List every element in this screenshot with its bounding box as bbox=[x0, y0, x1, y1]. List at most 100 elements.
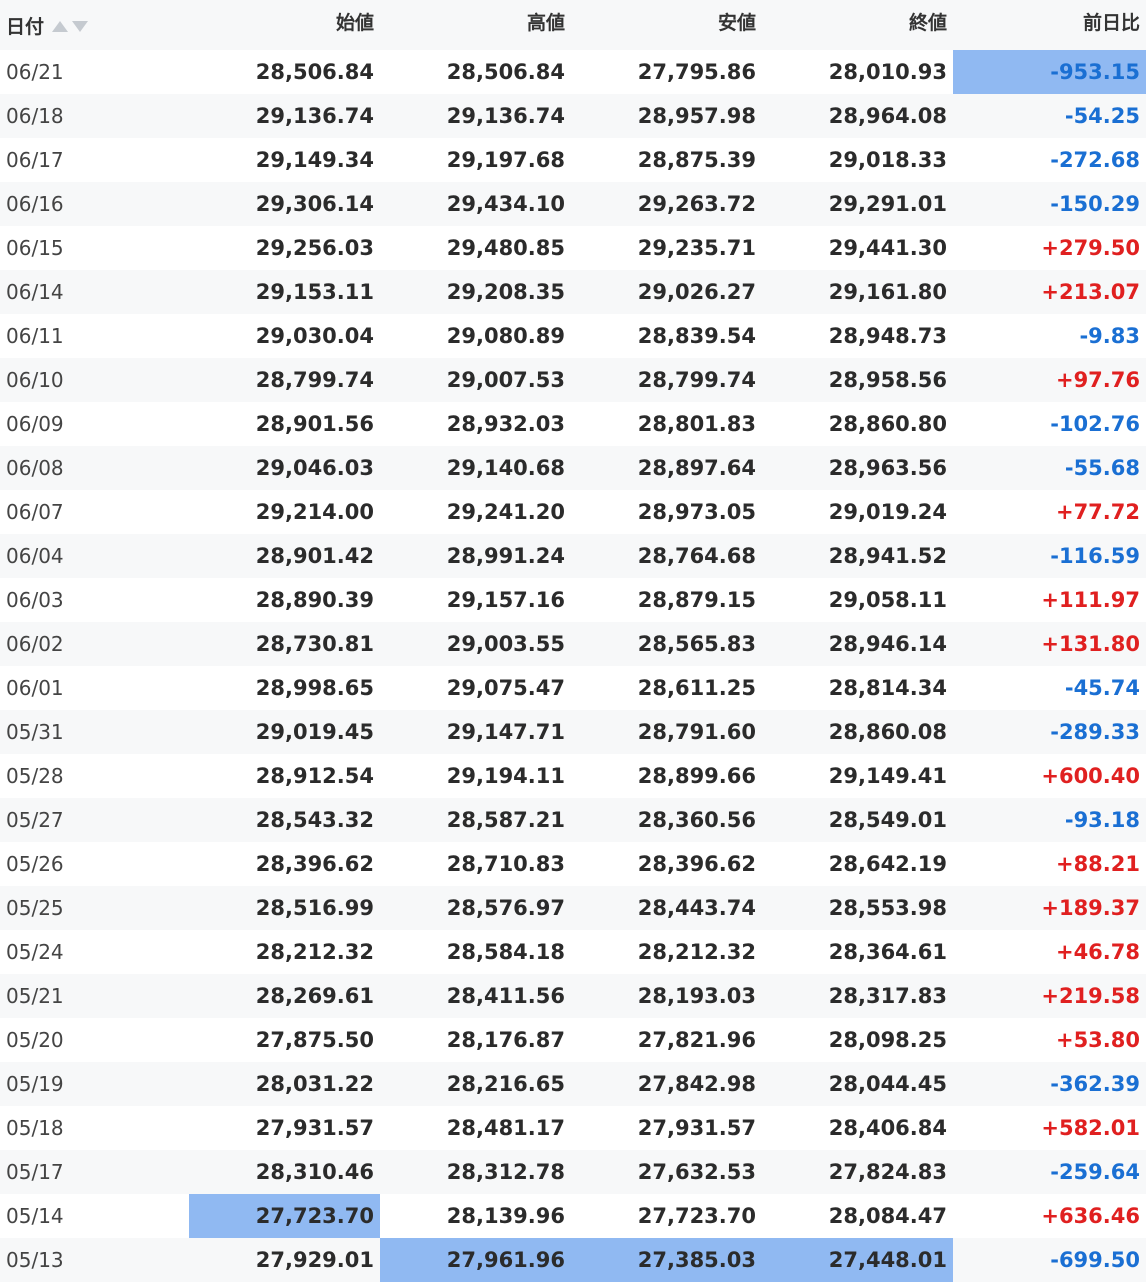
low-cell: 28,791.60 bbox=[637, 720, 756, 744]
open-cell: 28,543.32 bbox=[255, 808, 374, 832]
open-cell: 28,506.84 bbox=[255, 60, 374, 84]
high-cell: 28,216.65 bbox=[446, 1072, 565, 1096]
low-cell: 27,842.98 bbox=[637, 1072, 756, 1096]
high-cell: 28,139.96 bbox=[446, 1204, 565, 1228]
high-cell: 29,241.20 bbox=[446, 500, 565, 524]
open-cell: 27,875.50 bbox=[255, 1028, 374, 1052]
high-cell: 28,176.87 bbox=[446, 1028, 565, 1052]
close-cell: 28,549.01 bbox=[828, 808, 947, 832]
high-cell: 27,961.96 bbox=[380, 1238, 571, 1282]
sort-descending-icon[interactable] bbox=[72, 21, 89, 32]
date-cell: 06/02 bbox=[6, 632, 64, 656]
date-cell: 05/21 bbox=[6, 984, 64, 1008]
date-cell: 05/18 bbox=[6, 1116, 64, 1140]
open-cell: 29,256.03 bbox=[255, 236, 374, 260]
sort-icons[interactable] bbox=[52, 15, 89, 37]
open-cell: 29,136.74 bbox=[255, 104, 374, 128]
close-cell: 28,084.47 bbox=[828, 1204, 947, 1228]
sort-ascending-icon[interactable] bbox=[52, 21, 69, 32]
open-cell: 28,212.32 bbox=[255, 940, 374, 964]
column-header-date[interactable]: 日付 bbox=[0, 0, 189, 50]
column-header-open[interactable]: 始値 bbox=[189, 0, 380, 50]
change-cell: -9.83 bbox=[1079, 324, 1140, 348]
date-cell: 06/15 bbox=[6, 236, 64, 260]
change-cell: -150.29 bbox=[1050, 192, 1140, 216]
high-cell: 29,194.11 bbox=[446, 764, 565, 788]
header-row: 日付 始値 高値 安値 終値 前日比 bbox=[0, 0, 1146, 50]
table-row: 06/02 28,730.81 29,003.55 28,565.83 28,946.1… bbox=[0, 622, 1146, 666]
close-cell: 28,948.73 bbox=[828, 324, 947, 348]
table-row: 05/27 28,543.32 28,587.21 28,360.56 28,549.0… bbox=[0, 798, 1146, 842]
column-header-high[interactable]: 高値 bbox=[380, 0, 571, 50]
low-cell: 28,899.66 bbox=[637, 764, 756, 788]
close-cell: 29,291.01 bbox=[828, 192, 947, 216]
change-cell: -289.33 bbox=[1050, 720, 1140, 744]
open-cell: 27,929.01 bbox=[255, 1248, 374, 1272]
close-cell: 28,958.56 bbox=[828, 368, 947, 392]
table-row: 05/31 29,019.45 29,147.71 28,791.60 28,860.0… bbox=[0, 710, 1146, 754]
low-cell: 29,026.27 bbox=[637, 280, 756, 304]
change-cell: +600.40 bbox=[1041, 764, 1140, 788]
low-cell: 28,801.83 bbox=[637, 412, 756, 436]
change-cell: +219.58 bbox=[1041, 984, 1140, 1008]
change-cell: -699.50 bbox=[1050, 1248, 1140, 1272]
close-cell: 28,860.08 bbox=[828, 720, 947, 744]
open-cell: 28,396.62 bbox=[255, 852, 374, 876]
date-cell: 06/17 bbox=[6, 148, 64, 172]
change-cell: -362.39 bbox=[1050, 1072, 1140, 1096]
open-cell: 29,019.45 bbox=[255, 720, 374, 744]
column-header-low[interactable]: 安値 bbox=[571, 0, 762, 50]
date-cell: 05/17 bbox=[6, 1160, 64, 1184]
date-cell: 05/19 bbox=[6, 1072, 64, 1096]
high-cell: 29,157.16 bbox=[446, 588, 565, 612]
open-cell: 29,046.03 bbox=[255, 456, 374, 480]
open-cell: 28,799.74 bbox=[255, 368, 374, 392]
change-cell: +88.21 bbox=[1055, 852, 1140, 876]
table-row: 05/20 27,875.50 28,176.87 27,821.96 28,098.2… bbox=[0, 1018, 1146, 1062]
change-cell: +636.46 bbox=[1041, 1204, 1140, 1228]
high-cell: 29,147.71 bbox=[446, 720, 565, 744]
change-cell: +97.76 bbox=[1055, 368, 1140, 392]
open-cell: 28,890.39 bbox=[255, 588, 374, 612]
change-cell: +131.80 bbox=[1041, 632, 1140, 656]
open-cell: 29,149.34 bbox=[255, 148, 374, 172]
change-cell: +111.97 bbox=[1041, 588, 1140, 612]
low-cell: 28,193.03 bbox=[637, 984, 756, 1008]
open-cell: 28,901.42 bbox=[255, 544, 374, 568]
open-cell: 29,153.11 bbox=[255, 280, 374, 304]
table-row: 05/25 28,516.99 28,576.97 28,443.74 28,553.9… bbox=[0, 886, 1146, 930]
high-cell: 28,932.03 bbox=[446, 412, 565, 436]
column-header-change[interactable]: 前日比 bbox=[953, 0, 1146, 50]
open-cell: 28,310.46 bbox=[255, 1160, 374, 1184]
table-row: 06/10 28,799.74 29,007.53 28,799.74 28,958.5… bbox=[0, 358, 1146, 402]
date-cell: 05/14 bbox=[6, 1204, 64, 1228]
low-cell: 28,897.64 bbox=[637, 456, 756, 480]
change-cell: -272.68 bbox=[1050, 148, 1140, 172]
table-row: 06/11 29,030.04 29,080.89 28,839.54 28,948.7… bbox=[0, 314, 1146, 358]
table-row: 06/09 28,901.56 28,932.03 28,801.83 28,860.8… bbox=[0, 402, 1146, 446]
low-cell: 28,839.54 bbox=[637, 324, 756, 348]
high-cell: 28,710.83 bbox=[446, 852, 565, 876]
close-cell: 29,441.30 bbox=[828, 236, 947, 260]
table-row: 05/14 27,723.70 28,139.96 27,723.70 28,084.4… bbox=[0, 1194, 1146, 1238]
high-cell: 29,080.89 bbox=[446, 324, 565, 348]
close-cell: 28,941.52 bbox=[828, 544, 947, 568]
change-cell: +213.07 bbox=[1041, 280, 1140, 304]
column-header-close[interactable]: 終値 bbox=[762, 0, 953, 50]
open-cell: 27,931.57 bbox=[255, 1116, 374, 1140]
high-cell: 29,140.68 bbox=[446, 456, 565, 480]
change-cell: -102.76 bbox=[1050, 412, 1140, 436]
low-cell: 28,973.05 bbox=[637, 500, 756, 524]
low-cell: 28,360.56 bbox=[637, 808, 756, 832]
low-cell: 28,565.83 bbox=[637, 632, 756, 656]
open-cell: 28,998.65 bbox=[255, 676, 374, 700]
high-cell: 28,991.24 bbox=[446, 544, 565, 568]
date-cell: 06/01 bbox=[6, 676, 64, 700]
close-cell: 28,044.45 bbox=[828, 1072, 947, 1096]
low-cell: 27,795.86 bbox=[637, 60, 756, 84]
table-row: 05/21 28,269.61 28,411.56 28,193.03 28,317.8… bbox=[0, 974, 1146, 1018]
high-cell: 28,576.97 bbox=[446, 896, 565, 920]
date-cell: 06/03 bbox=[6, 588, 64, 612]
date-cell: 06/09 bbox=[6, 412, 64, 436]
table-row: 06/21 28,506.84 28,506.84 27,795.86 28,010.9… bbox=[0, 50, 1146, 94]
